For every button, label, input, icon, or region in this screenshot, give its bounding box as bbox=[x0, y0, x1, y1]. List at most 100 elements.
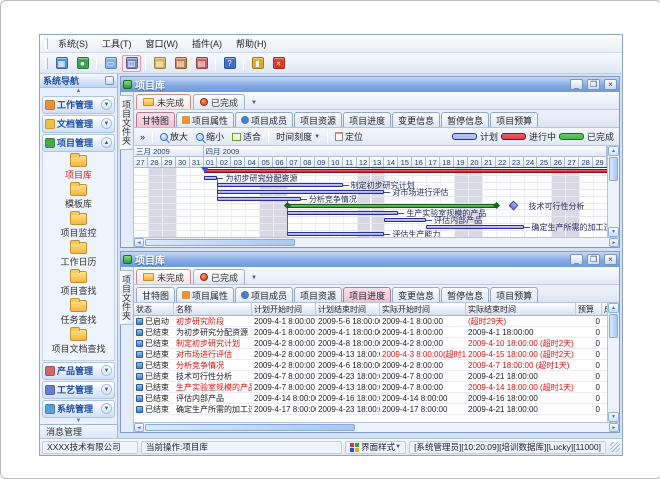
day-header[interactable]: 27 bbox=[134, 157, 148, 168]
day-header[interactable]: 26 bbox=[551, 157, 565, 168]
chevron-down-icon[interactable]: ▼ bbox=[101, 99, 112, 110]
menu-item-1[interactable]: 工具(T) bbox=[95, 35, 139, 52]
day-header[interactable]: 13 bbox=[371, 157, 385, 168]
resize-grip[interactable] bbox=[610, 442, 620, 452]
task-bar[interactable] bbox=[217, 197, 300, 201]
table-row[interactable]: 已结束确定生产所需的加工过程2009-4-17 8:00:002009-4-23… bbox=[134, 404, 607, 415]
scroll-left-icon[interactable]: ◄ bbox=[134, 238, 144, 247]
scroll-up-icon[interactable]: ▲ bbox=[608, 146, 619, 156]
column-header-1[interactable]: 名称 bbox=[174, 303, 252, 315]
day-header[interactable]: 05 bbox=[259, 157, 273, 168]
sidebar-tab-messages[interactable]: 消息管理 bbox=[40, 424, 117, 438]
column-header-3[interactable]: 计划结束时间 bbox=[316, 303, 380, 315]
sidebar-section-0[interactable]: 工作管理▼ bbox=[42, 96, 115, 114]
day-header[interactable]: 04 bbox=[245, 157, 259, 168]
view-tab-2[interactable]: 项目成员 bbox=[235, 112, 293, 127]
view-tab-5[interactable]: 变更信息 bbox=[392, 287, 440, 302]
view-tab-0[interactable]: 甘特图 bbox=[136, 112, 175, 127]
filter-tab-0[interactable]: 未完成 bbox=[136, 269, 191, 284]
table-row[interactable]: 已结束生产实验室规模的产品2009-4-7 8:00:002009-4-13 1… bbox=[134, 382, 607, 393]
scroll-up-icon[interactable]: ▲ bbox=[608, 303, 619, 313]
day-header[interactable]: 28 bbox=[579, 157, 593, 168]
zoom-in-button[interactable]: 放大 bbox=[157, 129, 191, 144]
fit-button[interactable]: 适合 bbox=[229, 129, 264, 144]
column-header-6[interactable]: 预算 bbox=[576, 303, 602, 315]
table-row[interactable]: 已结束制定初步研究计划2009-4-2 8:00:002009-4-8 18:0… bbox=[134, 338, 607, 349]
restore-button[interactable]: ❐ bbox=[587, 79, 600, 90]
exit-icon[interactable]: × bbox=[269, 55, 288, 72]
table-hscrollbar[interactable]: ◄ ► bbox=[134, 422, 619, 432]
toolbar-grip[interactable] bbox=[45, 58, 48, 69]
day-header[interactable]: 10 bbox=[329, 157, 343, 168]
day-header[interactable]: 29 bbox=[162, 157, 176, 168]
day-header[interactable]: 17 bbox=[426, 157, 440, 168]
chevron-down-icon[interactable]: ▼ bbox=[101, 384, 112, 395]
window-titlebar[interactable]: 项目库 _ ❐ × bbox=[121, 252, 619, 267]
table-row[interactable]: 已启动初步研究阶段2009-4-1 8:00:002009-5-6 18:00:… bbox=[134, 316, 607, 327]
view-tab-3[interactable]: 项目资源 bbox=[294, 287, 342, 302]
sidebar-section-3[interactable]: 产品管理▼ bbox=[42, 362, 115, 380]
day-header[interactable]: 07 bbox=[287, 157, 301, 168]
day-header[interactable]: 29 bbox=[593, 157, 607, 168]
day-header[interactable]: 11 bbox=[343, 157, 357, 168]
view-tab-7[interactable]: 项目预算 bbox=[490, 287, 538, 302]
pin-icon[interactable] bbox=[105, 76, 114, 85]
more-tools-button[interactable]: » bbox=[137, 131, 148, 143]
task-bar[interactable] bbox=[217, 183, 342, 187]
gantt-hscrollbar[interactable]: ◄ ► bbox=[134, 237, 619, 247]
menu-item-2[interactable]: 窗口(W) bbox=[139, 35, 186, 52]
view-tab-5[interactable]: 变更信息 bbox=[392, 112, 440, 127]
scroll-left-icon[interactable]: ◄ bbox=[134, 423, 144, 432]
minimize-button[interactable]: _ bbox=[570, 79, 583, 90]
sidebar-section-4[interactable]: 工艺管理▼ bbox=[42, 381, 115, 399]
task-bar[interactable] bbox=[217, 190, 384, 194]
view-tab-7[interactable]: 项目预算 bbox=[490, 112, 538, 127]
day-header[interactable]: 12 bbox=[357, 157, 371, 168]
view-tab-2[interactable]: 项目成员 bbox=[235, 287, 293, 302]
day-header[interactable]: 09 bbox=[315, 157, 329, 168]
table-row[interactable]: 已结束对市场进行评估2009-4-2 8:00:002009-4-13 18:0… bbox=[134, 349, 607, 360]
day-header[interactable]: 22 bbox=[496, 157, 510, 168]
sidebar-item-项目文档查找[interactable]: 项目文档查找 bbox=[43, 328, 114, 357]
column-header-4[interactable]: 实际开始时间 bbox=[380, 303, 466, 315]
table-vscrollbar[interactable]: ▲ ▼ bbox=[607, 303, 619, 422]
chevron-up-icon[interactable]: ▲ bbox=[101, 137, 112, 148]
day-header[interactable]: 27 bbox=[565, 157, 579, 168]
view-tab-1[interactable]: 项目属性 bbox=[176, 287, 234, 302]
side-tab-project-folder[interactable]: 项目文件夹 bbox=[121, 92, 134, 247]
scroll-down-icon[interactable]: ▼ bbox=[608, 412, 619, 422]
restore-button[interactable]: ❐ bbox=[587, 254, 600, 265]
sidebar-collapse-button[interactable]: ▲ bbox=[40, 88, 117, 95]
view-tab-4[interactable]: 项目进度 bbox=[343, 112, 391, 127]
chevron-down-icon[interactable]: ▼ bbox=[101, 403, 112, 414]
task-bar[interactable] bbox=[204, 176, 218, 180]
task-bar[interactable] bbox=[384, 218, 426, 222]
day-header[interactable]: 21 bbox=[482, 157, 496, 168]
menubar-grip[interactable] bbox=[45, 38, 48, 49]
more-tabs-button[interactable]: ▼ bbox=[247, 96, 261, 109]
column-header-5[interactable]: 实际结束时间 bbox=[466, 303, 576, 315]
timescale-dropdown[interactable]: 时间刻度▼ bbox=[273, 129, 323, 144]
web-icon[interactable]: ● bbox=[73, 55, 92, 72]
day-header[interactable]: 20 bbox=[468, 157, 482, 168]
view-tab-6[interactable]: 暂停信息 bbox=[441, 287, 489, 302]
view-tab-4[interactable]: 项目进度 bbox=[343, 287, 391, 302]
day-header[interactable]: 03 bbox=[231, 157, 245, 168]
scroll-thumb[interactable] bbox=[145, 424, 355, 431]
view-tab-3[interactable]: 项目资源 bbox=[294, 112, 342, 127]
gantt-vscrollbar[interactable]: ▲ ▼ bbox=[607, 146, 619, 237]
report-edit-icon[interactable]: ▤ bbox=[171, 55, 190, 72]
task-bar[interactable] bbox=[287, 211, 398, 215]
window-titlebar[interactable]: 项目库 _ ❐ × bbox=[121, 77, 619, 92]
day-header[interactable]: 23 bbox=[510, 157, 524, 168]
chevron-down-icon[interactable]: ▼ bbox=[101, 118, 112, 129]
scroll-thumb[interactable] bbox=[145, 239, 295, 246]
ui-style-dropdown[interactable]: 界面样式 ▼ bbox=[345, 441, 406, 454]
menu-item-3[interactable]: 插件(A) bbox=[185, 35, 229, 52]
sidebar-item-工作日历[interactable]: 工作日历 bbox=[43, 241, 114, 270]
gantt-chart[interactable]: 三月 2009四月 200927282930310102030405060708… bbox=[134, 146, 607, 237]
day-header[interactable]: 25 bbox=[537, 157, 551, 168]
minimize-button[interactable]: _ bbox=[570, 254, 583, 265]
sidebar-item-模板库[interactable]: 模板库 bbox=[43, 183, 114, 212]
desktop-icon[interactable]: ▦ bbox=[52, 55, 71, 72]
